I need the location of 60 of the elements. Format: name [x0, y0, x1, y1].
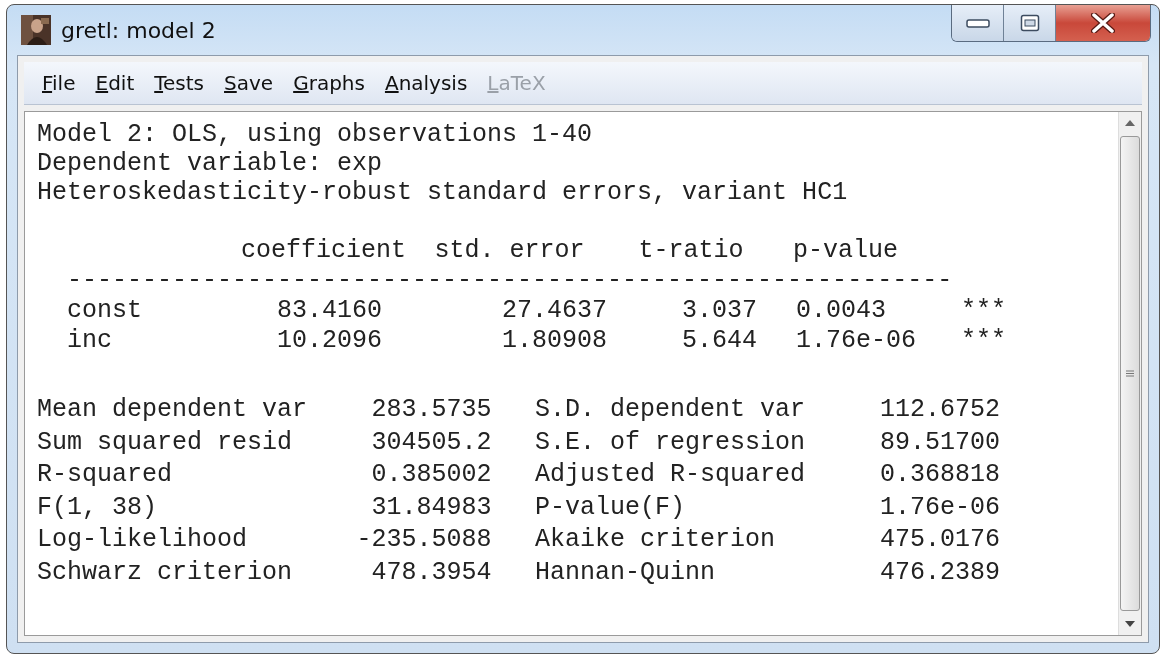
table-cell-text: const [67, 296, 143, 326]
scrollbar[interactable] [1118, 112, 1141, 635]
close-icon [1091, 13, 1115, 33]
stat-label: Akaike criterion [535, 524, 777, 556]
table-cell-text: 83.4160 [276, 296, 383, 326]
stat-label: Mean dependent var [37, 394, 309, 426]
output-line: Heteroskedasticity-robust standard errors, variant HC1 [37, 178, 848, 207]
table-cell-text: 10.2096 [276, 326, 383, 356]
stat-label: S.E. of regression [535, 426, 807, 459]
menu-item[interactable]: Tests [146, 69, 213, 97]
stat-value: 476.2389 [879, 556, 1001, 589]
stat-value: 31.84983 [370, 491, 492, 524]
table-rule: ----------------------------------------------------------- [67, 266, 953, 296]
window-title: gretl: model 2 [61, 17, 216, 43]
table-cell-text: 0.0043 [796, 296, 888, 326]
minimize-icon [965, 18, 990, 28]
stat-value: 112.6752 [879, 394, 1001, 426]
stat-value: 304505.2 [370, 426, 492, 459]
stat-label: Adjusted R-squared [535, 459, 807, 491]
menu-item[interactable]: Analysis [376, 69, 476, 97]
column-header: p-value [793, 236, 900, 266]
stat-label: P-value(F) [535, 491, 687, 524]
menu-item[interactable]: Graphs [285, 69, 373, 97]
maximize-icon [1019, 14, 1040, 32]
stat-label: Sum squared resid [37, 426, 294, 459]
menu-item[interactable]: Edit [87, 69, 143, 97]
table-cell-text: inc [67, 326, 113, 356]
stat-label: S.D. dependent var [535, 394, 807, 426]
close-button[interactable] [1056, 5, 1150, 41]
column-header: std. error [434, 236, 586, 266]
stat-value: 283.5735 [370, 394, 492, 426]
stat-label: Schwarz criterion [37, 556, 294, 589]
stat-value: -235.5088 [355, 524, 492, 556]
stat-value: 1.76e-06 [879, 491, 1001, 524]
significance-stars: *** [961, 296, 1007, 326]
stat-value: 478.3954 [370, 556, 492, 589]
output-line: Model 2: OLS, using observations 1-40 [37, 120, 593, 149]
stat-label: R-squared [37, 459, 174, 491]
stat-label: Hannan-Quinn [535, 556, 717, 589]
output-line: Dependent variable: exp [37, 149, 383, 178]
app-icon [21, 15, 51, 45]
scroll-thumb[interactable] [1120, 136, 1140, 611]
menu-item[interactable]: File [34, 69, 84, 97]
table-cell-text: 1.80908 [501, 326, 608, 356]
column-header: t-ratio [638, 236, 745, 266]
stat-value: 0.368818 [879, 459, 1001, 491]
menu-item[interactable]: Save [216, 69, 282, 97]
stat-value: 0.385002 [370, 459, 492, 491]
significance-stars: *** [961, 326, 1007, 356]
table-cell-text: 5.644 [681, 326, 758, 356]
maximize-button[interactable] [1004, 5, 1056, 41]
stat-label: F(1, 38) [37, 491, 159, 524]
minimize-button[interactable] [952, 5, 1004, 41]
stat-value: 89.51700 [879, 426, 1001, 459]
stat-label: Log-likelihood [37, 524, 249, 556]
table-cell-text: 27.4637 [501, 296, 608, 326]
table-cell-text: 1.76e-06 [796, 326, 918, 356]
table-cell-text: 3.037 [681, 296, 758, 326]
stat-value: 475.0176 [879, 524, 1001, 556]
column-header: coefficient [241, 236, 407, 266]
